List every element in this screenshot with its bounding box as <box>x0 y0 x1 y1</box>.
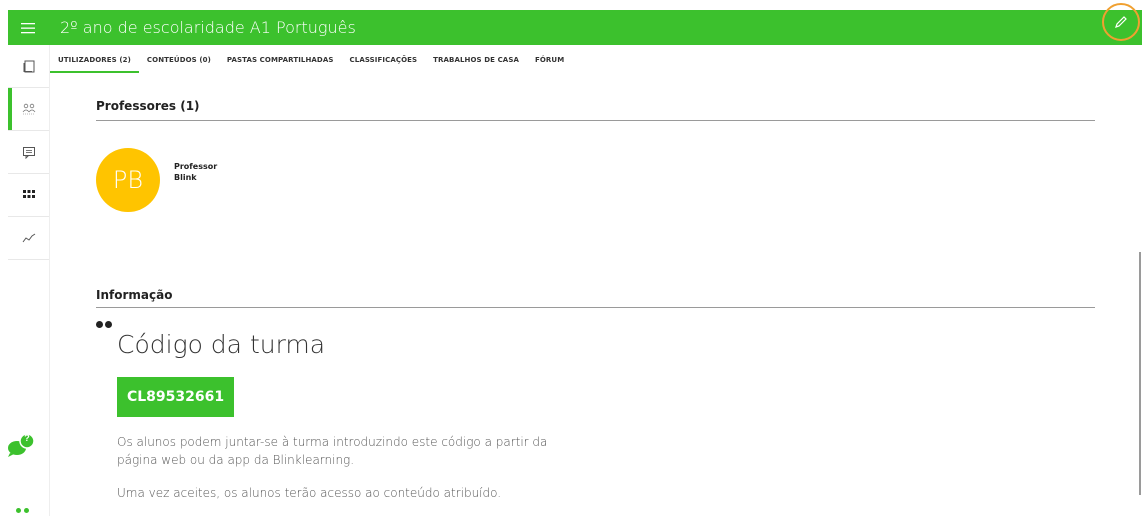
edit-class-button[interactable] <box>1102 3 1140 41</box>
tab-grades[interactable]: CLASSIFICAÇÕES <box>342 47 426 73</box>
code-instructions-line2: página web ou da app da Blinklearning. <box>117 453 355 467</box>
chat-icon <box>22 146 36 159</box>
hamburger-icon <box>21 22 35 33</box>
divider <box>96 120 1095 121</box>
bullet-dots <box>96 321 112 328</box>
loading-dots <box>16 508 29 513</box>
tab-users[interactable]: UTILIZADORES (2) <box>50 47 139 73</box>
users-icon <box>22 103 36 115</box>
tab-homework[interactable]: TRABALHOS DE CASA <box>425 47 527 73</box>
avatar[interactable]: PB <box>96 148 160 212</box>
menu-button[interactable] <box>8 10 48 45</box>
access-note: Uma vez aceites, os alunos terão acesso … <box>117 486 502 500</box>
tab-forum[interactable]: FÓRUM <box>527 47 572 73</box>
apps-grid-icon <box>22 190 35 200</box>
scrollbar[interactable] <box>1139 252 1141 495</box>
divider <box>96 307 1095 308</box>
teacher-last-name: Blink <box>174 173 197 182</box>
teachers-section-title: Professores (1) <box>96 99 200 113</box>
class-code-badge[interactable]: CL89532661 <box>117 377 234 417</box>
code-instructions: Os alunos podem juntar-se à turma introd… <box>117 433 547 469</box>
help-chat-icon <box>8 433 35 457</box>
pencil-icon <box>1115 16 1127 28</box>
help-badge-label: ? <box>24 433 30 443</box>
header-bar: 2º ano de escolaridade A1 Português <box>8 3 1142 45</box>
tab-bar: UTILIZADORES (2) CONTEÚDOS (0) PASTAS CO… <box>50 47 572 74</box>
sidebar-item-forum[interactable] <box>8 131 49 174</box>
teacher-name[interactable]: Professor Blink <box>174 161 217 183</box>
sidebar-item-contents[interactable] <box>8 45 49 88</box>
sidebar-item-users[interactable] <box>8 88 49 131</box>
teacher-first-name: Professor <box>174 162 218 171</box>
sidebar-item-analytics[interactable] <box>8 217 49 260</box>
tab-shared-folders[interactable]: PASTAS COMPARTILHADAS <box>219 47 342 73</box>
book-icon <box>22 59 36 73</box>
page-title: 2º ano de escolaridade A1 Português <box>60 18 356 37</box>
class-code-heading: Código da turma <box>117 330 326 359</box>
help-chat-button[interactable]: ? <box>6 432 36 458</box>
tab-contents[interactable]: CONTEÚDOS (0) <box>139 47 219 73</box>
sidebar-item-apps[interactable] <box>8 174 49 217</box>
info-section-title: Informação <box>96 288 173 302</box>
trend-line-icon <box>22 233 36 243</box>
code-instructions-line1: Os alunos podem juntar-se à turma introd… <box>117 435 548 449</box>
